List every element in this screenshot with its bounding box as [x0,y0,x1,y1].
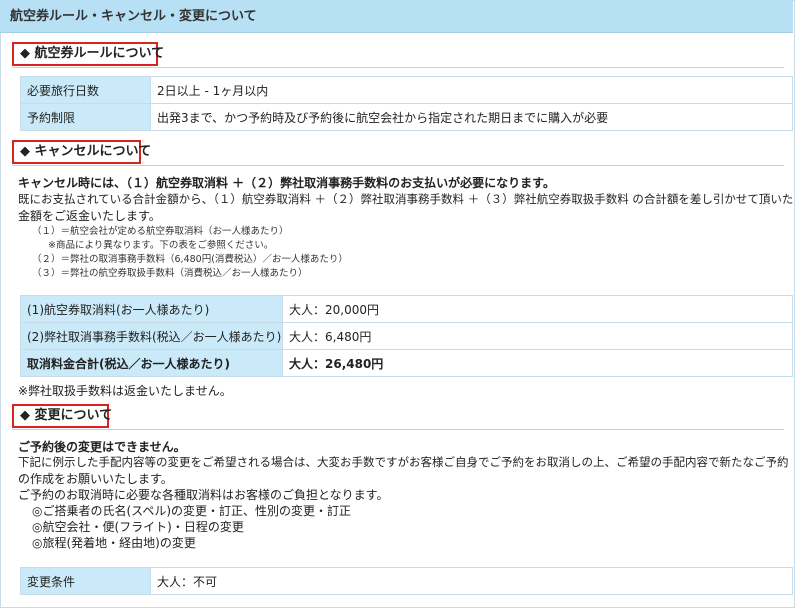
cancel-note: ※商品により異なります。下の表をご参照ください。 [48,240,274,251]
cancel-body-line: 既にお支払されている合計金額から、（１）航空券取消料 ＋（２）弊社取消事務手数料… [18,192,794,206]
change-item: ◎ご搭乗者の氏名(スペル)の変更・訂正、性別の変更・訂正 [32,504,351,518]
row-label: 取消料金合計(税込／お一人様あたり) [20,349,283,377]
row-value: 2日以上 - 1ヶ月以内 [150,76,793,104]
section-heading-rules: ◆ 航空券ルールについて [12,42,164,66]
section-title: 航空券ルールについて [34,46,165,61]
row-label: 変更条件 [20,567,151,595]
divider [12,67,784,68]
section-heading-cancel: ◆ キャンセルについて [12,140,151,164]
change-condition-table: 変更条件 大人：不可 [20,567,793,595]
section-title: キャンセルについて [34,144,152,159]
change-body-line: 下記に例示した手配内容等の変更をご希望される場合は、大変お手数ですがお客様ご自身… [18,455,789,469]
cancel-note: （３）＝弊社の航空券取扱手数料（消費税込／お一人様あたり） [32,268,308,279]
section-heading-change: ◆ 変更について [12,404,112,428]
rules-table: 必要旅行日数 2日以上 - 1ヶ月以内 予約制限 出発3まで、かつ予約時及び予約… [20,76,793,131]
table-row: 予約制限 出発3まで、かつ予約時及び予約後に航空会社から指定された期日までに購入… [20,103,793,131]
table-row: 必要旅行日数 2日以上 - 1ヶ月以内 [20,76,793,104]
table-row: 変更条件 大人：不可 [20,567,793,595]
cancel-body-line: 金額をご返金いたします。 [18,209,161,223]
divider [12,165,784,166]
change-item: ◎航空会社・便(フライト)・日程の変更 [32,520,244,534]
cancel-note: （１）＝航空会社が定める航空券取消料（お一人様あたり） [32,226,289,237]
table-row: 取消料金合計(税込／お一人様あたり) 大人：26,480円 [20,349,793,377]
change-item: ◎旅程(発着地・経由地)の変更 [32,536,196,550]
cancel-lead: キャンセル時には、（１）航空券取消料 ＋（２）弊社取消事務手数料のお支払いが必要… [18,176,555,190]
cancel-footnote: ※弊社取扱手数料は返金いたしません。 [18,384,232,398]
table-row: (1)航空券取消料(お一人様あたり) 大人：20,000円 [20,295,793,323]
change-lead: ご予約後の変更はできません。 [18,440,186,454]
black-diamond-icon: ◆ [20,46,30,61]
row-value: 大人：26,480円 [282,349,793,377]
row-label: 必要旅行日数 [20,76,151,104]
cancel-fee-table: (1)航空券取消料(お一人様あたり) 大人：20,000円 (2)弊社取消事務手… [20,295,793,377]
change-body-line: の作成をお願いいたします。 [18,472,173,486]
table-row: (2)弊社取消事務手数料(税込／お一人様あたり) 大人：6,480円 [20,322,793,350]
row-value: 大人：20,000円 [282,295,793,323]
change-body-line: ご予約のお取消時に必要な各種取消料はお客様のご負担となります。 [18,488,389,502]
row-label: 予約制限 [20,103,151,131]
section-title: 変更について [34,408,113,423]
row-value: 出発3まで、かつ予約時及び予約後に航空会社から指定された期日までに購入が必要 [150,103,793,131]
row-label: (1)航空券取消料(お一人様あたり) [20,295,283,323]
divider [12,429,784,430]
page-title: 航空券ルール・キャンセル・変更について [0,0,793,33]
row-value: 大人：6,480円 [282,322,793,350]
cancel-note: （２）＝弊社の取消事務手数料（6,480円(消費税込）／お一人様あたり） [32,254,348,265]
black-diamond-icon: ◆ [20,408,30,423]
row-value: 大人：不可 [150,567,793,595]
black-diamond-icon: ◆ [20,144,30,159]
row-label: (2)弊社取消事務手数料(税込／お一人様あたり) [20,322,283,350]
